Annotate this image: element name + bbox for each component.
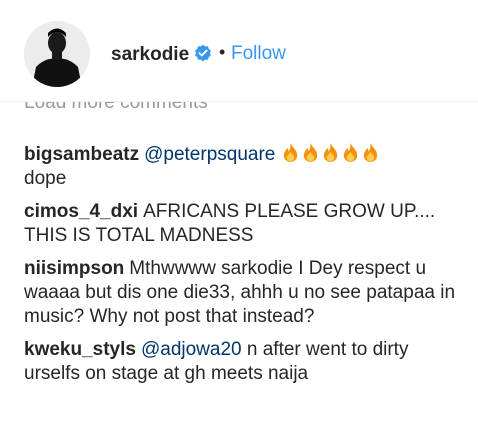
comment-list: bigsambeatz @peterpsquare dope cimos_4_dx… <box>24 142 464 395</box>
follow-button[interactable]: Follow <box>231 43 286 65</box>
comment: kweku_styls @adjowa20 n after went to dir… <box>24 338 464 386</box>
username[interactable]: sarkodie <box>111 44 189 66</box>
fire-emoji-icon <box>363 143 377 162</box>
verified-badge-icon <box>195 44 211 62</box>
load-more-comments-button[interactable]: Load more comments <box>24 102 324 118</box>
comment-mention[interactable]: @adjowa20 <box>141 339 242 360</box>
fire-emoji-icon <box>343 143 357 162</box>
comment: niisimpson Mthwwww sarkodie I Dey respect… <box>24 257 464 329</box>
separator-dot: • <box>219 42 226 62</box>
load-more-label: Load more comments <box>24 102 208 113</box>
comment: cimos_4_dxi AFRICANS PLEASE GROW UP.... T… <box>24 200 464 248</box>
fire-emoji-icon <box>283 143 297 162</box>
post-header: sarkodie • Follow <box>0 0 478 100</box>
comment-username[interactable]: cimos_4_dxi <box>24 201 138 222</box>
comment-mention[interactable]: @peterpsquare <box>144 144 275 165</box>
comment-username[interactable]: niisimpson <box>24 258 124 279</box>
avatar[interactable] <box>24 21 90 87</box>
fire-emoji-icon <box>323 143 337 162</box>
comment-username[interactable]: bigsambeatz <box>24 144 139 165</box>
comment: bigsambeatz @peterpsquare dope <box>24 142 464 191</box>
comment-text: dope <box>24 168 67 189</box>
comment-username[interactable]: kweku_styls <box>24 339 136 360</box>
fire-emoji-icon <box>303 143 317 162</box>
fire-emoji-group <box>281 143 381 165</box>
